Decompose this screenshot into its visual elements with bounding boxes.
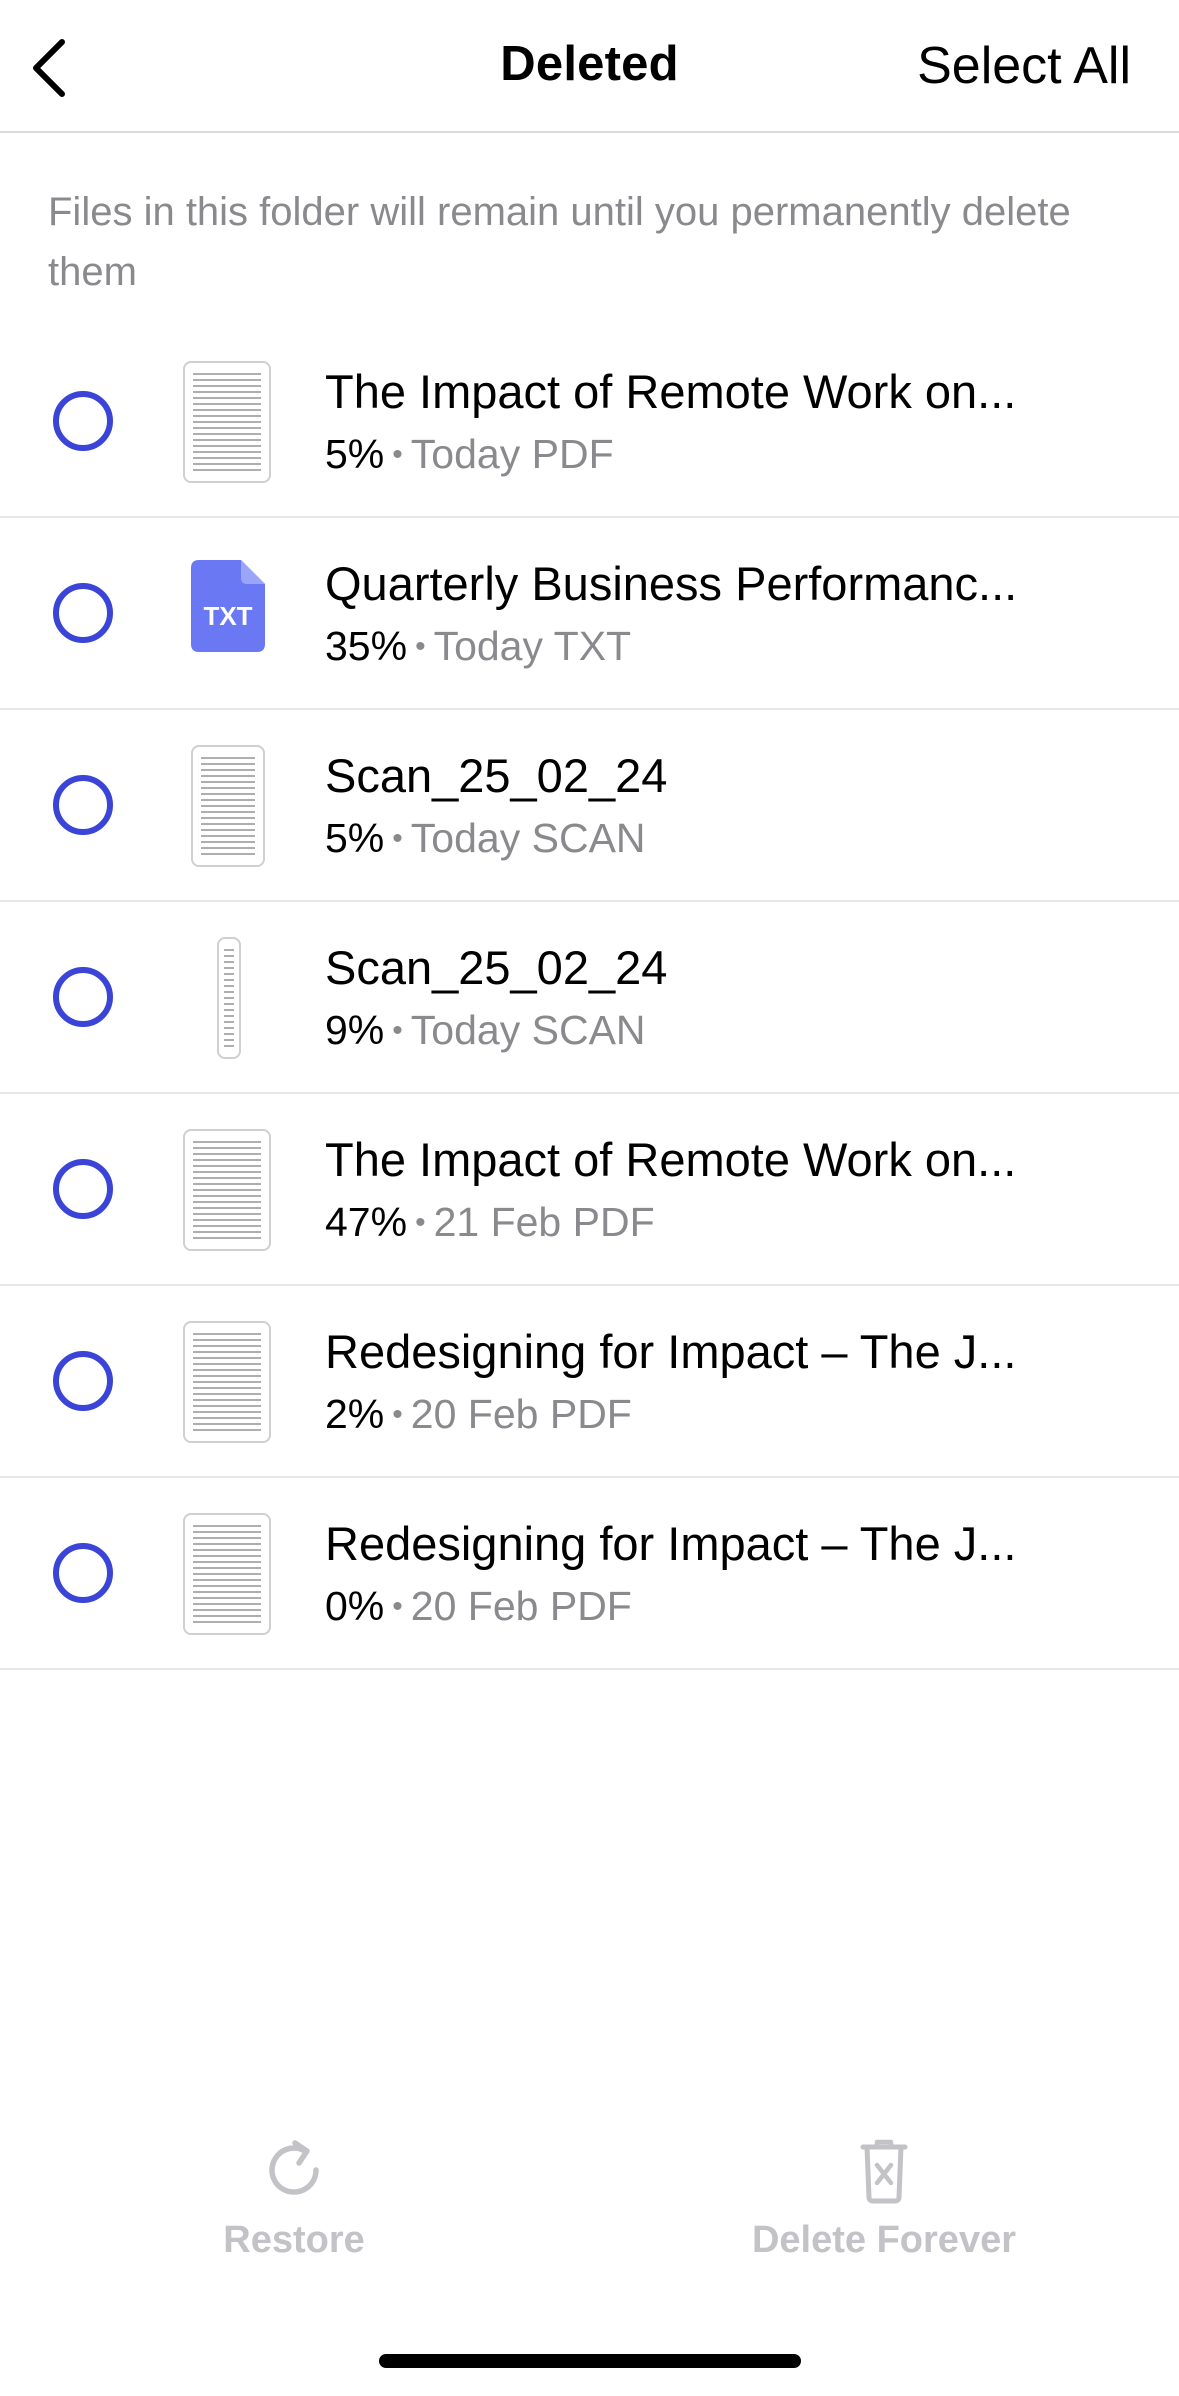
document-thumbnail (183, 361, 271, 483)
file-title: Scan_25_02_24 (325, 749, 668, 802)
select-radio[interactable] (53, 583, 113, 643)
restore-button[interactable]: Restore (124, 2135, 464, 2262)
file-title: The Impact of Remote Work on... (325, 1133, 1017, 1186)
meta-separator: • (392, 438, 403, 471)
meta-separator: • (392, 1014, 403, 1047)
file-date: 21 Feb (433, 1199, 562, 1245)
file-type: PDF (549, 1583, 632, 1629)
file-date: Today (410, 1007, 521, 1053)
file-type: PDF (549, 1391, 632, 1437)
meta-separator: • (415, 1206, 426, 1239)
meta-separator: • (392, 1398, 403, 1431)
select-radio[interactable] (53, 391, 113, 451)
file-progress: 47% (325, 1199, 408, 1245)
document-thumbnail (183, 1129, 271, 1251)
file-type: PDF (531, 431, 614, 477)
file-progress: 5% (325, 431, 385, 477)
restore-icon (269, 2140, 319, 2195)
file-meta: 47% • 21 Feb PDF (325, 1199, 655, 1246)
file-row[interactable]: The Impact of Remote Work on... 47% • 21 F… (0, 1094, 1179, 1286)
select-radio[interactable] (53, 967, 113, 1027)
trash-x-icon (860, 2139, 908, 2204)
file-meta: 5% • Today PDF (325, 431, 614, 478)
document-thumbnail (183, 1513, 271, 1635)
txt-icon-label: TXT (203, 601, 252, 631)
file-meta: 0% • 20 Feb PDF (325, 1583, 632, 1630)
file-type: SCAN (531, 815, 646, 861)
file-title: Redesigning for Impact – The J... (325, 1325, 1017, 1378)
info-text: Files in this folder will remain until y… (48, 190, 1071, 294)
select-radio[interactable] (53, 775, 113, 835)
file-title: Scan_25_02_24 (325, 941, 668, 994)
file-date: Today (410, 431, 521, 477)
document-thumbnail (183, 1321, 271, 1443)
delete-forever-label: Delete Forever (751, 2219, 1016, 2261)
scan-thumbnail (217, 937, 241, 1059)
file-row[interactable]: TXT Quarterly Business Performanc... 35%… (0, 518, 1179, 710)
file-row[interactable]: The Impact of Remote Work on... 5% • Today… (0, 326, 1179, 518)
file-progress: 2% (325, 1391, 385, 1437)
nav-bar: Deleted Select All (0, 0, 1179, 133)
delete-forever-button[interactable]: Delete Forever (714, 2135, 1054, 2262)
file-row[interactable]: Scan_25_02_24 9% • Today SCAN (0, 902, 1179, 1094)
select-radio[interactable] (53, 1351, 113, 1411)
select-all-button[interactable]: Select All (917, 36, 1131, 96)
file-date: Today (433, 623, 543, 669)
file-progress: 5% (325, 815, 385, 861)
file-progress: 35% (325, 623, 408, 669)
file-date: 20 Feb (410, 1583, 539, 1629)
meta-separator: • (415, 630, 426, 663)
file-type: TXT (553, 623, 632, 669)
restore-label: Restore (223, 2219, 365, 2261)
file-title: Redesigning for Impact – The J... (325, 1517, 1017, 1570)
txt-file-icon: TXT (191, 560, 265, 652)
file-meta: 5% • Today SCAN (325, 815, 646, 862)
select-radio[interactable] (53, 1159, 113, 1219)
select-radio[interactable] (53, 1543, 113, 1603)
home-indicator (379, 2354, 801, 2368)
file-date: Today (410, 815, 521, 861)
scan-thumbnail (191, 745, 265, 867)
file-progress: 9% (325, 1007, 385, 1053)
file-date: 20 Feb (410, 1391, 539, 1437)
file-meta: 2% • 20 Feb PDF (325, 1391, 632, 1438)
file-row[interactable]: Redesigning for Impact – The J... 0% • 20 … (0, 1478, 1179, 1670)
file-meta: 35% • Today TXT (325, 623, 631, 670)
file-title: The Impact of Remote Work on... (325, 365, 1017, 418)
file-list: The Impact of Remote Work on... 5% • Today… (0, 326, 1179, 1670)
meta-separator: • (392, 1590, 403, 1623)
file-row[interactable]: Scan_25_02_24 5% • Today SCAN (0, 710, 1179, 902)
file-progress: 0% (325, 1583, 385, 1629)
file-meta: 9% • Today SCAN (325, 1007, 646, 1054)
file-title: Quarterly Business Performanc... (325, 557, 1018, 610)
meta-separator: • (392, 822, 403, 855)
file-type: PDF (572, 1199, 655, 1245)
file-type: SCAN (531, 1007, 646, 1053)
file-row[interactable]: Redesigning for Impact – The J... 2% • 20 … (0, 1286, 1179, 1478)
